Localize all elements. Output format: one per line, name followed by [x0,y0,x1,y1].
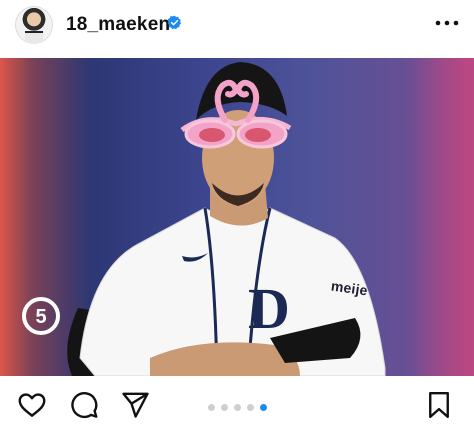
username[interactable]: 18_maeken [66,14,170,36]
carousel-dot [234,404,241,411]
carousel-indicator [208,398,273,411]
post-photo[interactable]: D 5 meije [0,58,474,376]
carousel-dot [208,404,215,411]
carousel-dot [221,404,228,411]
carousel-dot [260,404,267,411]
heart-icon[interactable] [17,390,47,420]
comment-icon[interactable] [69,390,99,420]
tigers-d-logo: D [248,276,290,341]
profile-avatar[interactable] [15,6,53,44]
verified-badge-icon [167,15,182,30]
carousel-dot [247,404,254,411]
bookmark-icon[interactable] [424,390,454,420]
channel-logo-icon: 5 [22,297,60,335]
svg-text:5: 5 [35,306,46,328]
action-bar [0,376,474,427]
photo-scene: D [67,62,386,376]
more-options-icon[interactable] [434,15,460,31]
post-header: 18_maeken [0,0,474,58]
send-icon[interactable] [120,390,150,420]
